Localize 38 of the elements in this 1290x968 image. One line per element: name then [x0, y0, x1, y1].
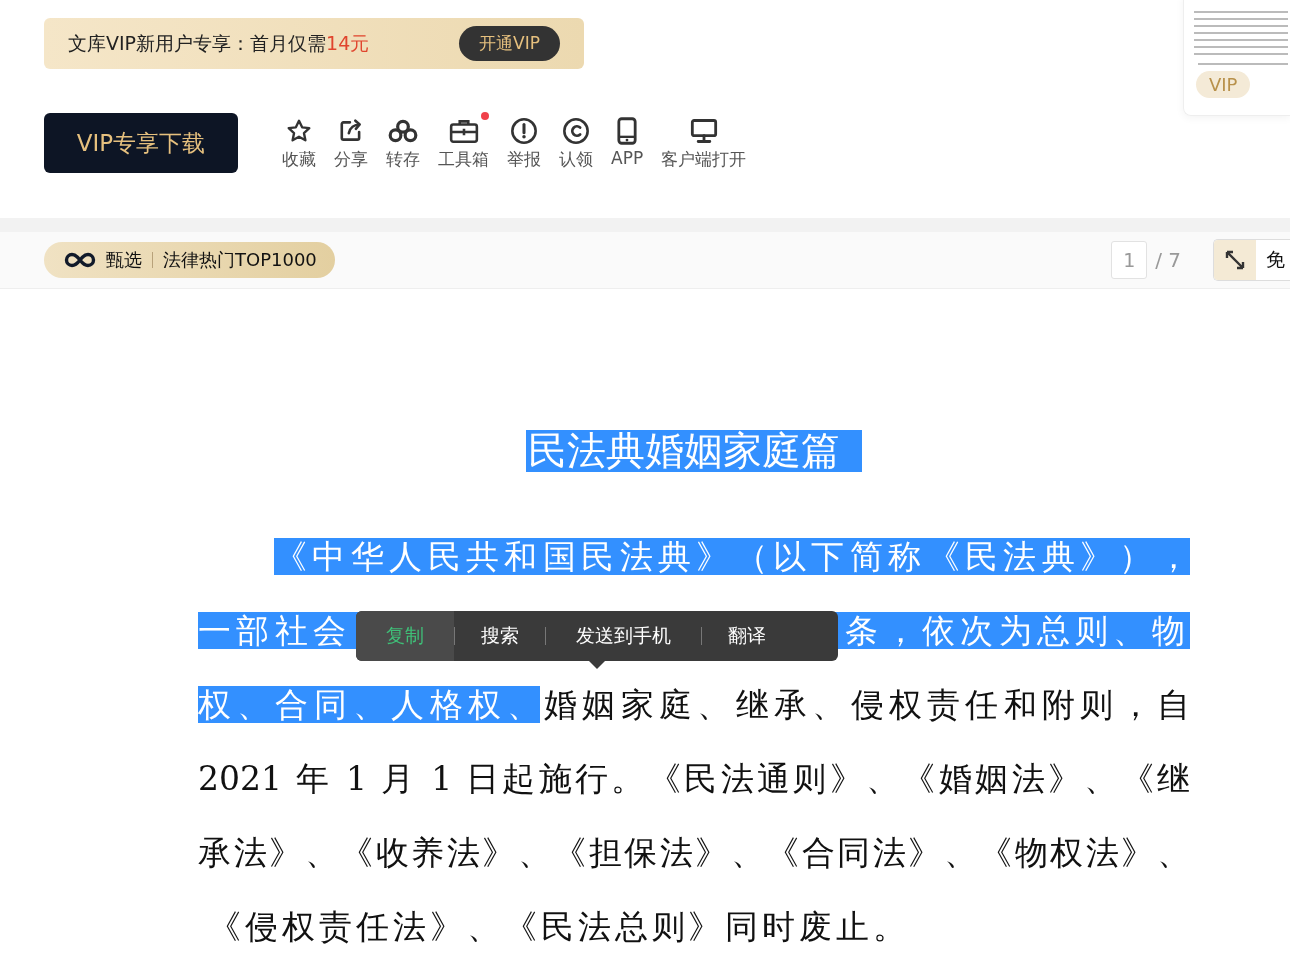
phone-icon: [616, 116, 639, 145]
brand-label: 甄选: [106, 248, 142, 272]
menu-item[interactable]: 翻译: [702, 611, 792, 661]
page-total: / 7: [1155, 248, 1181, 272]
cloud-icon: [387, 117, 419, 144]
toolbar-button[interactable]: 收藏: [282, 115, 316, 171]
document-text: 《中华人民共和国民法典》（以下简称《民法典》），: [274, 538, 1190, 575]
document-title: 民法典婚姻家庭篇: [526, 430, 862, 472]
toolbar-button[interactable]: 转存: [386, 115, 420, 171]
toolbar-button[interactable]: 举报: [507, 115, 541, 171]
document-text: 权、合同、人格权、: [198, 686, 540, 723]
copyright-icon: [562, 116, 590, 145]
document-text: 承法》、《收养法》、《担保法》、《合同法》、《物权法》、: [198, 834, 1190, 871]
toolbar-button[interactable]: 工具箱: [438, 115, 489, 171]
toolbar-button[interactable]: 客户端打开: [661, 115, 747, 171]
star-icon: [286, 117, 312, 144]
document-text: 《侵权责任法》、《民法总则》同时废止。: [208, 908, 911, 945]
vip-download-button[interactable]: VIP专享下载: [44, 113, 238, 173]
document-text: 婚姻家庭、继承、侵权责任和附则，自: [543, 686, 1190, 723]
vip-badge: VIP: [1196, 71, 1251, 98]
monitor-icon: [689, 117, 718, 144]
side-button[interactable]: 免: [1213, 239, 1290, 281]
promo-text: 文库VIP新用户专享：首月仅需14元: [68, 30, 370, 56]
menu-item[interactable]: 发送到手机: [546, 611, 701, 661]
toolbar-button[interactable]: 认领: [559, 115, 593, 171]
share-icon: [338, 117, 364, 144]
infinity-icon: [64, 252, 96, 268]
collection-title: 法律热门TOP1000: [163, 248, 317, 272]
exclamation-icon: [510, 116, 538, 145]
open-vip-button[interactable]: 开通VIP: [459, 26, 560, 61]
toolbar-button[interactable]: APP: [611, 115, 644, 171]
menu-item[interactable]: 复制: [356, 611, 454, 661]
collection-tag[interactable]: 甄选 法律热门TOP1000: [44, 242, 335, 278]
toolbar-button[interactable]: 分享: [334, 115, 368, 171]
toolbox-icon: [448, 117, 479, 144]
menu-item[interactable]: 搜索: [455, 611, 545, 661]
expand-icon: [1224, 249, 1246, 271]
document-text: 2021 年 1 月 1 日起施行。《民法通则》、《婚姻法》、《继: [198, 760, 1190, 797]
